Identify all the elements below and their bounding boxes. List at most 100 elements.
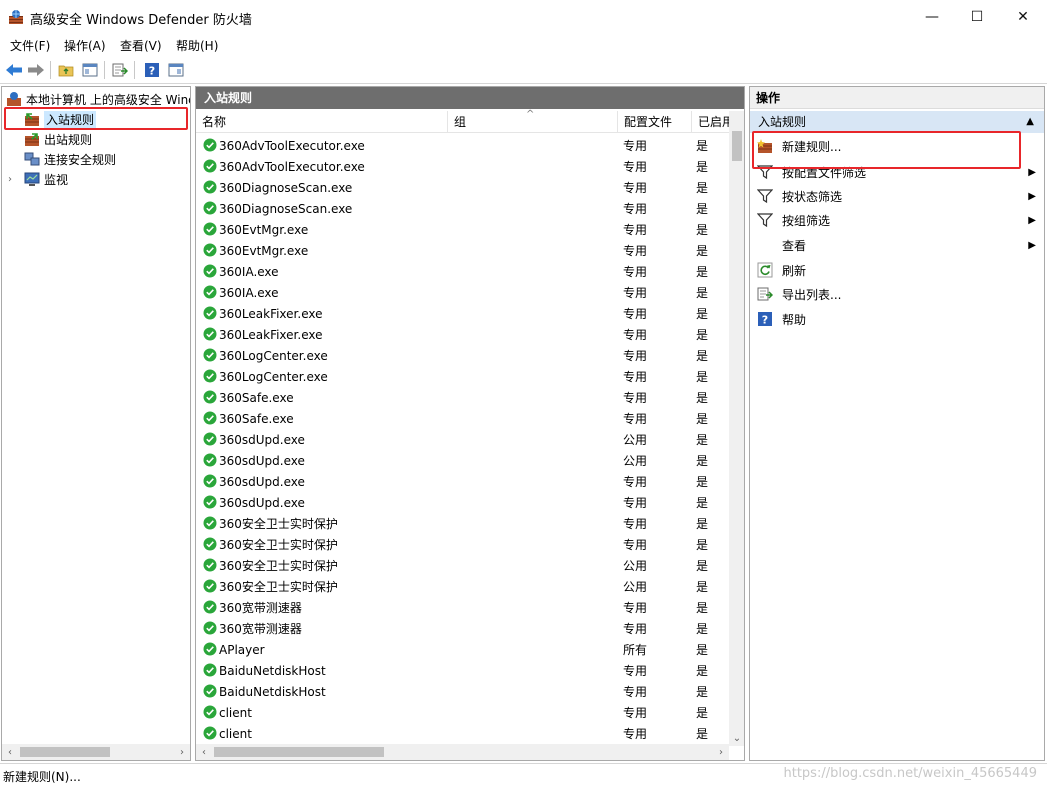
- forward-button[interactable]: [26, 60, 46, 80]
- table-row[interactable]: client 专用 是: [196, 702, 730, 723]
- table-row[interactable]: 360AdvToolExecutor.exe 专用 是: [196, 135, 730, 156]
- rule-name: 360IA.exe: [219, 264, 279, 279]
- table-row[interactable]: APlayer 所有 是: [196, 639, 730, 660]
- rules-list-pane: 入站规则 名称 组 ^ 配置文件 已启用 360AdvToolExecutor.…: [195, 86, 745, 761]
- table-row[interactable]: 360Safe.exe 专用 是: [196, 408, 730, 429]
- tree-item-connection-security-rules[interactable]: 连接安全规则: [24, 149, 190, 169]
- table-row[interactable]: BaiduNetdiskHost 专用 是: [196, 681, 730, 702]
- actions-section-label: 入站规则: [758, 115, 807, 129]
- rule-enabled: 是: [696, 727, 709, 741]
- table-row[interactable]: 360安全卫士实时保护 专用 是: [196, 513, 730, 534]
- table-row[interactable]: 360IA.exe 专用 是: [196, 282, 730, 303]
- table-row[interactable]: 360AdvToolExecutor.exe 专用 是: [196, 156, 730, 177]
- column-header-enabled[interactable]: 已启用: [692, 111, 730, 133]
- minimize-button[interactable]: —: [909, 0, 955, 34]
- rule-name: APlayer: [219, 642, 265, 657]
- enabled-check-icon: [203, 138, 217, 152]
- rule-profile: 专用: [623, 685, 648, 699]
- table-row[interactable]: 360sdUpd.exe 公用 是: [196, 429, 730, 450]
- enabled-check-icon: [203, 621, 217, 635]
- table-row[interactable]: 360宽带测速器 专用 是: [196, 618, 730, 639]
- scroll-left-icon[interactable]: ‹: [2, 744, 18, 760]
- close-button[interactable]: ✕: [1000, 0, 1046, 34]
- column-header-name[interactable]: 名称: [196, 111, 448, 133]
- tree-horizontal-scrollbar[interactable]: ‹ ›: [2, 744, 190, 760]
- scrollbar-thumb[interactable]: [732, 131, 742, 161]
- rule-name: 360IA.exe: [219, 285, 279, 300]
- enabled-check-icon: [203, 705, 217, 719]
- table-row[interactable]: 360安全卫士实时保护 公用 是: [196, 555, 730, 576]
- table-row[interactable]: 360DiagnoseScan.exe 专用 是: [196, 198, 730, 219]
- table-row[interactable]: 360sdUpd.exe 专用 是: [196, 471, 730, 492]
- action-filter-by-state[interactable]: 按状态筛选 ▶: [750, 184, 1044, 208]
- rule-name: BaiduNetdiskHost: [219, 684, 326, 699]
- actions-pane-header: 操作: [750, 87, 1044, 109]
- tree-item-label: 出站规则: [44, 132, 93, 147]
- rule-enabled: 是: [696, 328, 709, 342]
- up-folder-button[interactable]: [56, 60, 76, 80]
- maximize-button[interactable]: ☐: [954, 0, 1000, 34]
- highlight-box-new-rule: [752, 131, 1021, 169]
- list-vertical-scrollbar[interactable]: ⌄: [729, 111, 744, 746]
- table-row[interactable]: 360LeakFixer.exe 专用 是: [196, 324, 730, 345]
- rule-profile: 专用: [623, 496, 648, 510]
- scrollbar-thumb[interactable]: [20, 747, 110, 757]
- tree-item-monitoring[interactable]: › 监视: [8, 169, 190, 189]
- table-row[interactable]: 360宽带测速器 专用 是: [196, 597, 730, 618]
- actions-section-header[interactable]: 入站规则 ▲: [750, 111, 1044, 133]
- table-row[interactable]: 360安全卫士实时保护 专用 是: [196, 534, 730, 555]
- scroll-right-icon[interactable]: ›: [713, 744, 729, 760]
- rule-name: 360安全卫士实时保护: [219, 580, 338, 594]
- show-hide-action-pane-button[interactable]: [166, 60, 186, 80]
- expand-chevron-icon[interactable]: ›: [8, 174, 20, 185]
- table-row[interactable]: client 专用 是: [196, 723, 730, 744]
- rule-enabled: 是: [696, 475, 709, 489]
- table-row[interactable]: 360EvtMgr.exe 专用 是: [196, 219, 730, 240]
- export-icon: [112, 63, 128, 77]
- table-row[interactable]: 360LeakFixer.exe 专用 是: [196, 303, 730, 324]
- action-export-list[interactable]: 导出列表...: [750, 282, 1044, 306]
- action-view[interactable]: 查看 ▶: [750, 233, 1044, 257]
- table-row[interactable]: 360LogCenter.exe 专用 是: [196, 366, 730, 387]
- collapse-up-icon[interactable]: ▲: [1026, 111, 1034, 133]
- export-list-button[interactable]: [110, 60, 130, 80]
- rule-enabled: 是: [696, 265, 709, 279]
- enabled-check-icon: [203, 453, 217, 467]
- action-refresh[interactable]: 刷新: [750, 258, 1044, 282]
- table-row[interactable]: 360EvtMgr.exe 专用 是: [196, 240, 730, 261]
- menu-view[interactable]: 查看(V): [120, 37, 162, 54]
- menu-action[interactable]: 操作(A): [64, 37, 106, 54]
- table-row[interactable]: BaiduNetdiskHost 专用 是: [196, 660, 730, 681]
- rule-enabled: 是: [696, 559, 709, 573]
- table-row[interactable]: 360Safe.exe 专用 是: [196, 387, 730, 408]
- rule-profile: 专用: [623, 370, 648, 384]
- table-row[interactable]: 360IA.exe 专用 是: [196, 261, 730, 282]
- scroll-right-icon[interactable]: ›: [174, 744, 190, 760]
- table-row[interactable]: 360安全卫士实时保护 公用 是: [196, 576, 730, 597]
- tree-item-outbound-rules[interactable]: 出站规则: [24, 129, 190, 149]
- menu-file[interactable]: 文件(F): [10, 37, 50, 54]
- column-header-profile[interactable]: 配置文件: [618, 111, 692, 133]
- back-button[interactable]: [4, 60, 24, 80]
- table-row[interactable]: 360LogCenter.exe 专用 是: [196, 345, 730, 366]
- help-button[interactable]: ?: [142, 60, 162, 80]
- scroll-down-icon[interactable]: ⌄: [729, 730, 744, 746]
- rule-enabled: 是: [696, 538, 709, 552]
- action-filter-by-group[interactable]: 按组筛选 ▶: [750, 208, 1044, 232]
- scroll-left-icon[interactable]: ‹: [196, 744, 212, 760]
- rule-profile: 专用: [623, 223, 648, 237]
- menu-help[interactable]: 帮助(H): [176, 37, 218, 54]
- scrollbar-thumb[interactable]: [214, 747, 384, 757]
- action-help[interactable]: ? 帮助: [750, 307, 1044, 331]
- tree-root[interactable]: 本地计算机 上的高级安全 Windows Defender 防火墙: [6, 89, 190, 109]
- table-row[interactable]: 360sdUpd.exe 专用 是: [196, 492, 730, 513]
- show-hide-tree-button[interactable]: [80, 60, 100, 80]
- enabled-check-icon: [203, 684, 217, 698]
- enabled-check-icon: [203, 222, 217, 236]
- table-row[interactable]: 360DiagnoseScan.exe 专用 是: [196, 177, 730, 198]
- table-row[interactable]: 360sdUpd.exe 公用 是: [196, 450, 730, 471]
- rule-name: 360LeakFixer.exe: [219, 306, 323, 321]
- list-horizontal-scrollbar[interactable]: ‹ ›: [196, 744, 729, 760]
- rule-name: 360AdvToolExecutor.exe: [219, 159, 365, 174]
- rule-profile: 公用: [623, 454, 648, 468]
